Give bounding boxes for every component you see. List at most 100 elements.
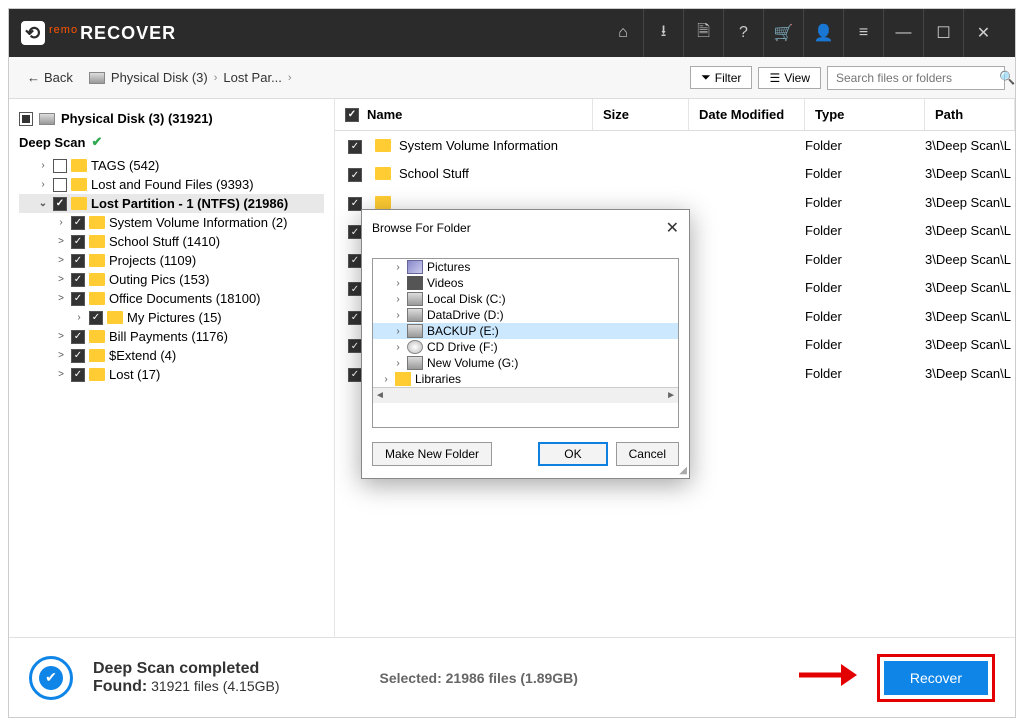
checkbox[interactable]: ✓ [71, 349, 85, 363]
chevron-right-icon[interactable]: › [393, 326, 403, 337]
folder-tree[interactable]: ›Pictures›Videos›Local Disk (C:)›DataDri… [372, 258, 679, 428]
tree-node[interactable]: >✓Office Documents (18100) [19, 289, 324, 308]
checkbox[interactable]: ✓ [348, 254, 362, 268]
libraries-label[interactable]: Libraries [415, 372, 461, 386]
tree-node[interactable]: >✓School Stuff (1410) [19, 232, 324, 251]
chevron-icon[interactable]: › [55, 217, 67, 228]
document-icon[interactable]: 🗎 [683, 9, 723, 57]
recover-button[interactable]: Recover [884, 661, 988, 695]
col-type[interactable]: Type [805, 99, 925, 130]
checkbox[interactable]: ✓ [71, 330, 85, 344]
checkbox[interactable]: ✓ [71, 254, 85, 268]
checkbox[interactable]: ✓ [71, 368, 85, 382]
checkbox[interactable]: ✓ [348, 368, 362, 382]
tree-node[interactable]: >✓$Extend (4) [19, 346, 324, 365]
chevron-icon[interactable]: › [37, 179, 49, 190]
chevron-icon[interactable]: > [55, 236, 67, 247]
folder-tree-item[interactable]: ›New Volume (G:) [373, 355, 678, 371]
checkbox[interactable]: ✓ [53, 197, 67, 211]
chevron-right-icon[interactable]: › [393, 262, 403, 273]
chevron-icon[interactable]: > [55, 293, 67, 304]
checkbox[interactable]: ✓ [348, 140, 362, 154]
file-row[interactable]: ✓School StuffFolder3\Deep Scan\L [335, 160, 1015, 189]
search-input[interactable] [828, 67, 999, 89]
cart-icon[interactable]: 🛒 [763, 9, 803, 57]
search-box[interactable]: 🔍 [827, 66, 1005, 90]
folder-tree-item[interactable]: ›DataDrive (D:) [373, 307, 678, 323]
dialog-close-icon[interactable]: ✕ [666, 218, 679, 238]
user-icon[interactable]: 👤 [803, 9, 843, 57]
checkbox[interactable]: ✓ [71, 235, 85, 249]
tree-node[interactable]: >✓Lost (17) [19, 365, 324, 384]
tree-node[interactable]: ⌄✓Lost Partition - 1 (NTFS) (21986) [19, 194, 324, 213]
make-new-folder-button[interactable]: Make New Folder [372, 442, 492, 466]
chevron-icon[interactable]: › [73, 312, 85, 323]
chevron-right-icon[interactable]: › [393, 342, 403, 353]
chevron-icon[interactable]: > [55, 369, 67, 380]
checkbox[interactable]: ✓ [71, 273, 85, 287]
chevron-right-icon[interactable]: › [393, 294, 403, 305]
chevron-icon[interactable]: ⌄ [37, 198, 49, 209]
checkbox[interactable] [53, 159, 67, 173]
col-size[interactable]: Size [593, 99, 689, 130]
chevron-right-icon[interactable]: › [393, 358, 403, 369]
select-all-checkbox[interactable]: ✓ [345, 108, 359, 122]
folder-tree-item[interactable]: ›Pictures [373, 259, 678, 275]
maximize-icon[interactable]: ☐ [923, 9, 963, 57]
tree-node[interactable]: ›✓System Volume Information (2) [19, 213, 324, 232]
filter-button[interactable]: ⏷ Filter [690, 66, 752, 89]
chevron-icon[interactable]: > [55, 274, 67, 285]
ok-button[interactable]: OK [538, 442, 607, 466]
chevron-right-icon[interactable]: › [393, 310, 403, 321]
col-path[interactable]: Path [925, 99, 1015, 130]
checkbox[interactable]: ✓ [348, 225, 362, 239]
chevron-icon[interactable]: > [55, 255, 67, 266]
cancel-button[interactable]: Cancel [616, 442, 679, 466]
checkbox[interactable]: ✓ [348, 282, 362, 296]
tree-node[interactable]: ›✓My Pictures (15) [19, 308, 324, 327]
tree-node[interactable]: ›TAGS (542) [19, 156, 324, 175]
drive-icon [407, 324, 423, 338]
folder-tree-item[interactable]: ›Local Disk (C:) [373, 291, 678, 307]
view-button[interactable]: ☰ View [758, 67, 821, 89]
scrollbar-horizontal[interactable]: ◄► [373, 387, 678, 403]
folder-tree-item[interactable]: ›Videos [373, 275, 678, 291]
folder-icon [375, 139, 391, 152]
checkbox[interactable]: ✓ [71, 216, 85, 230]
file-row[interactable]: ✓System Volume InformationFolder3\Deep S… [335, 131, 1015, 160]
checkbox[interactable]: ✓ [348, 168, 362, 182]
checkbox[interactable]: ✓ [348, 311, 362, 325]
checkbox[interactable]: ✓ [348, 339, 362, 353]
back-button[interactable]: ← Back [19, 66, 81, 89]
checkbox[interactable]: ✓ [71, 292, 85, 306]
chevron-icon[interactable]: > [55, 350, 67, 361]
menu-icon[interactable]: ≡ [843, 9, 883, 57]
home-icon[interactable]: ⌂ [603, 9, 643, 57]
tree-node[interactable]: >✓Outing Pics (153) [19, 270, 324, 289]
checkbox[interactable] [19, 112, 33, 126]
col-date[interactable]: Date Modified [689, 99, 805, 130]
chevron-right-icon[interactable]: › [393, 278, 403, 289]
resize-grip-icon[interactable]: ◢ [679, 465, 687, 476]
tree-node[interactable]: ›Lost and Found Files (9393) [19, 175, 324, 194]
col-name[interactable]: Name [367, 107, 402, 122]
checkbox[interactable]: ✓ [89, 311, 103, 325]
chevron-right-icon[interactable]: › [381, 374, 391, 385]
download-icon[interactable]: ⭳ [643, 9, 683, 57]
close-icon[interactable]: ✕ [963, 9, 1003, 57]
minimize-icon[interactable]: — [883, 9, 923, 57]
folder-icon [89, 254, 105, 267]
checkbox[interactable] [53, 178, 67, 192]
tree-root[interactable]: Physical Disk (3) (31921) [19, 107, 324, 130]
folder-tree-item[interactable]: ›BACKUP (E:) [373, 323, 678, 339]
tree-node[interactable]: >✓Projects (1109) [19, 251, 324, 270]
breadcrumb-partition[interactable]: Lost Par... [223, 70, 282, 85]
tree-node[interactable]: >✓Bill Payments (1176) [19, 327, 324, 346]
chevron-icon[interactable]: > [55, 331, 67, 342]
search-icon[interactable]: 🔍 [999, 70, 1015, 86]
chevron-icon[interactable]: › [37, 160, 49, 171]
checkbox[interactable]: ✓ [348, 197, 362, 211]
breadcrumb-disk[interactable]: Physical Disk (3) [111, 70, 208, 85]
help-icon[interactable]: ? [723, 9, 763, 57]
folder-tree-item[interactable]: ›CD Drive (F:) [373, 339, 678, 355]
